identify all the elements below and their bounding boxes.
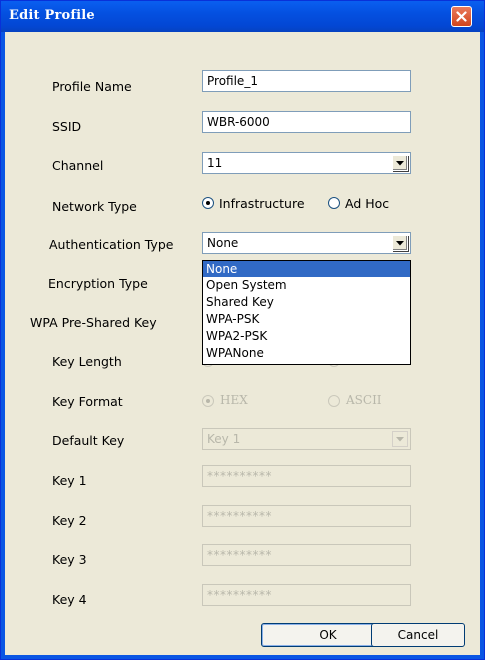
authentication-type-select[interactable]: None xyxy=(202,232,411,254)
auth-option-open-system[interactable]: Open System xyxy=(203,277,410,293)
authentication-type-dropdown-list: None Open System Shared Key WPA-PSK WPA2… xyxy=(202,260,411,365)
authentication-type-value: None xyxy=(207,236,239,250)
channel-label: Channel xyxy=(52,158,104,173)
key1-label: Key 1 xyxy=(52,473,87,488)
cancel-button[interactable]: Cancel xyxy=(371,623,465,647)
infrastructure-radio[interactable] xyxy=(202,197,214,209)
key-length-label: Key Length xyxy=(52,354,122,369)
title-bar[interactable]: Edit Profile xyxy=(1,1,484,32)
key2-input[interactable]: ********** xyxy=(202,505,411,527)
wpa-pre-shared-key-label: WPA Pre-Shared Key xyxy=(30,315,157,330)
auth-option-wpa2-psk[interactable]: WPA2-PSK xyxy=(203,328,410,344)
auth-option-wpanone[interactable]: WPANone xyxy=(203,345,410,361)
window-title: Edit Profile xyxy=(9,8,95,23)
default-key-label: Default Key xyxy=(52,433,125,448)
close-icon xyxy=(456,11,467,22)
key1-input[interactable]: ********** xyxy=(202,465,411,487)
authentication-type-label: Authentication Type xyxy=(49,237,174,252)
dialog-body: Profile Name Profile_1 SSID WBR-6000 Cha… xyxy=(5,32,480,655)
hex-radio-label: HEX xyxy=(220,393,248,407)
key4-input[interactable]: ********** xyxy=(202,584,411,606)
encryption-type-label: Encryption Type xyxy=(48,276,148,291)
auth-option-shared-key[interactable]: Shared Key xyxy=(203,294,410,310)
ssid-input[interactable]: WBR-6000 xyxy=(202,111,411,133)
profile-name-input[interactable]: Profile_1 xyxy=(202,70,411,92)
key-format-label: Key Format xyxy=(52,394,123,409)
infrastructure-radio-label[interactable]: Infrastructure xyxy=(219,196,305,211)
ascii-radio-label: ASCII xyxy=(346,393,382,407)
chevron-down-icon xyxy=(396,437,404,442)
channel-select[interactable]: 11 xyxy=(202,152,411,174)
auth-option-wpa-psk[interactable]: WPA-PSK xyxy=(203,311,410,327)
hex-radio[interactable] xyxy=(202,395,214,407)
network-type-label: Network Type xyxy=(52,199,137,214)
channel-dropdown-button[interactable] xyxy=(392,155,408,171)
key3-label: Key 3 xyxy=(52,552,87,567)
key3-input[interactable]: ********** xyxy=(202,544,411,566)
default-key-dropdown-button[interactable] xyxy=(392,431,408,447)
channel-value: 11 xyxy=(207,156,223,170)
ad-hoc-radio-label[interactable]: Ad Hoc xyxy=(345,196,389,211)
chevron-down-icon xyxy=(396,161,404,166)
key2-label: Key 2 xyxy=(52,513,87,528)
close-button[interactable] xyxy=(451,6,472,27)
ad-hoc-radio[interactable] xyxy=(328,197,340,209)
auth-option-none[interactable]: None xyxy=(203,261,410,277)
default-key-value: Key 1 xyxy=(207,432,241,446)
key4-label: Key 4 xyxy=(52,592,87,607)
default-key-select[interactable]: Key 1 xyxy=(202,428,411,450)
profile-name-label: Profile Name xyxy=(52,79,132,94)
authentication-type-dropdown-button[interactable] xyxy=(392,235,408,251)
ssid-label: SSID xyxy=(52,119,82,134)
chevron-down-icon xyxy=(396,241,404,246)
ascii-radio[interactable] xyxy=(328,395,340,407)
edit-profile-dialog: Edit Profile Profile Name Profile_1 SSID… xyxy=(0,0,485,660)
